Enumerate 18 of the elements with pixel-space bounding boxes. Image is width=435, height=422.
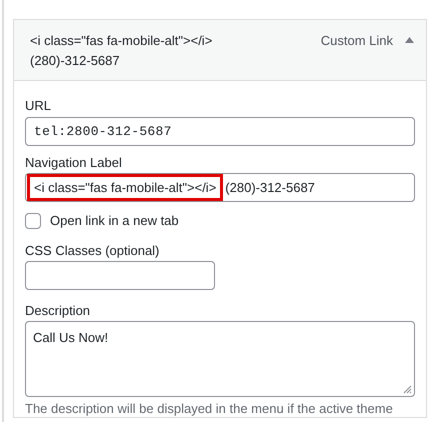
field-label: Navigation Label [25,154,123,172]
field-label: Description [25,302,92,320]
collapse-toggle-icon[interactable] [405,37,414,43]
navigation-label-field[interactable]: <i class="fas fa-mobile-alt"></i> (280)-312-5687 [25,173,415,202]
checkbox[interactable] [25,213,41,229]
menu-item-type: Custom Link [320,32,393,50]
description-field[interactable]: Call Us Now! [25,321,415,397]
field-text: (280)-312-5687 [225,178,315,197]
checkbox-label[interactable]: Open link in a new tab [50,212,179,230]
css-classes-field[interactable] [25,261,215,290]
field-label: CSS Classes (optional) [25,242,160,260]
highlighted-text: <i class="fas fa-mobile-alt"></i> [27,174,224,201]
menu-item-header[interactable]: <i class="fas fa-mobile-alt"></i> (280)-312-5687 Custom Link [14,20,426,81]
resize-handle-icon[interactable] [402,384,412,394]
menu-item-title: <i class="fas fa-mobile-alt"></i> (280)-312-5687 [30,32,214,70]
url-field[interactable]: tel:2800-312-5687 [25,117,415,146]
help-text: The description will be displayed in the menu if the active theme [25,401,394,417]
field-label: URL [25,97,52,115]
